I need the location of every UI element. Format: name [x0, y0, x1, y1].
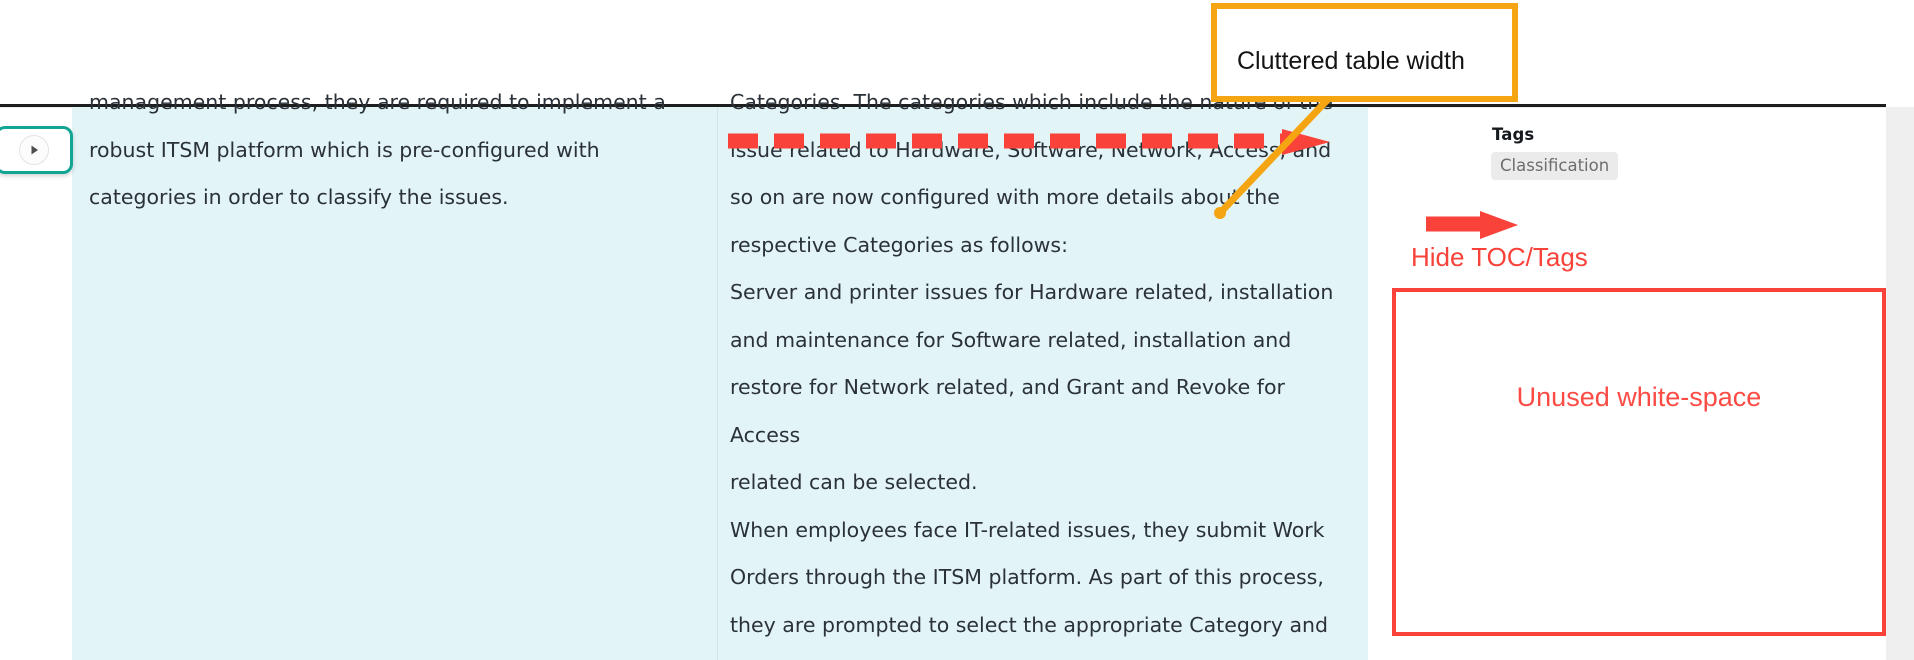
tags-heading: Tags	[1492, 125, 1535, 144]
dashed-arrow-right-icon	[726, 128, 1346, 162]
page-gutter-top	[1886, 0, 1914, 107]
callout-cluttered-table-width: Cluttered table width	[1211, 3, 1518, 102]
annotation-unused-whitespace-box: Unused white-space	[1392, 288, 1886, 636]
screenshot-root: management process, they are required to…	[0, 0, 1914, 660]
page-gutter-right	[1886, 107, 1914, 660]
annotation-unused-whitespace-label: Unused white-space	[1516, 382, 1762, 412]
body-text-column-right: Categories. The categories which include…	[730, 90, 1334, 637]
column-divider	[717, 107, 718, 660]
tag-chip-classification[interactable]: Classification	[1491, 152, 1619, 180]
play-triangle-icon	[19, 135, 49, 165]
annotation-hide-toc-tags: Hide TOC/Tags	[1411, 242, 1588, 272]
callout-text: Cluttered table width	[1237, 47, 1465, 75]
toc-expand-toggle[interactable]	[0, 126, 73, 174]
highlighted-text-block: management process, they are required to…	[72, 90, 1368, 660]
body-text-column-left: management process, they are required to…	[89, 90, 666, 209]
